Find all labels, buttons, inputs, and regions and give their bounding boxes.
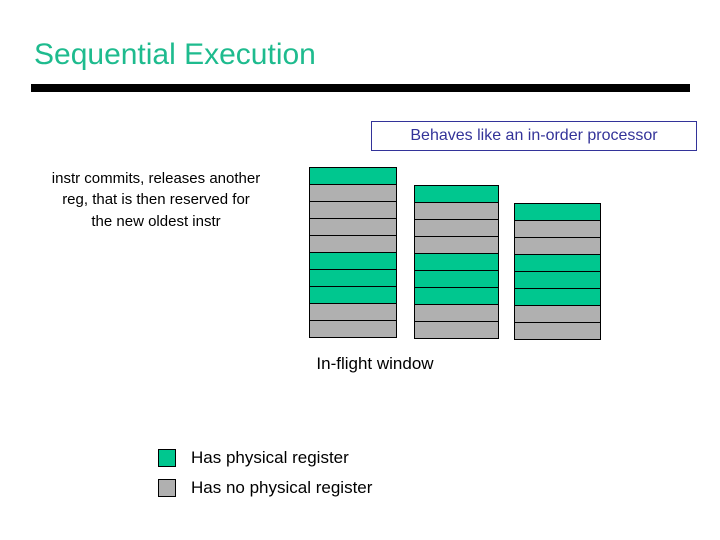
instruction-slot: [514, 288, 601, 306]
instruction-slot: [309, 235, 397, 253]
title-divider: [31, 84, 690, 92]
instruction-slot: [414, 185, 499, 203]
instruction-slot: [514, 271, 601, 289]
instruction-slot: [414, 270, 499, 288]
annotation-line-2: reg, that is then reserved for: [62, 191, 250, 209]
instruction-slot: [514, 305, 601, 323]
instruction-slot: [414, 202, 499, 220]
legend-label: Has no physical register: [191, 478, 373, 497]
instruction-slot: [309, 167, 397, 185]
instruction-slot: [414, 304, 499, 322]
instruction-slot: [514, 203, 601, 221]
instruction-slot: [309, 320, 397, 338]
annotation-text: instr commits, releases another reg, tha…: [8, 168, 304, 232]
annotation-line-3: the new oldest instr: [91, 212, 221, 230]
legend-item-no_register: Has no physical register: [158, 473, 372, 503]
instruction-slot: [414, 321, 499, 339]
legend: Has physical register Has no physical reg…: [158, 443, 372, 503]
instruction-slot: [414, 287, 499, 305]
instruction-slot: [514, 237, 601, 255]
legend-label: Has physical register: [191, 448, 349, 467]
instruction-slot: [414, 219, 499, 237]
instruction-stack-2: [414, 185, 499, 339]
legend-swatch-icon: [158, 479, 176, 497]
instruction-slot: [514, 322, 601, 340]
instruction-slot: [514, 220, 601, 238]
instruction-slot: [514, 254, 601, 272]
instruction-stack-3: [514, 203, 601, 340]
instruction-slot: [414, 236, 499, 254]
instruction-slot: [309, 201, 397, 219]
legend-swatch-icon: [158, 449, 176, 467]
instruction-stack-1: [309, 167, 397, 338]
instruction-slot: [309, 269, 397, 287]
instruction-slot: [414, 253, 499, 271]
legend-item-has_register: Has physical register: [158, 443, 372, 473]
instruction-slot: [309, 252, 397, 270]
page-title: Sequential Execution: [34, 38, 316, 71]
instruction-slot: [309, 286, 397, 304]
diagram-caption: In-flight window: [316, 354, 434, 373]
instruction-slot: [309, 184, 397, 202]
annotation-line-1: instr commits, releases another: [51, 170, 261, 187]
callout-text: Behaves like an in-order processor: [410, 127, 658, 144]
callout-box: Behaves like an in-order processor: [371, 121, 697, 151]
instruction-slot: [309, 303, 397, 321]
instruction-slot: [309, 218, 397, 236]
